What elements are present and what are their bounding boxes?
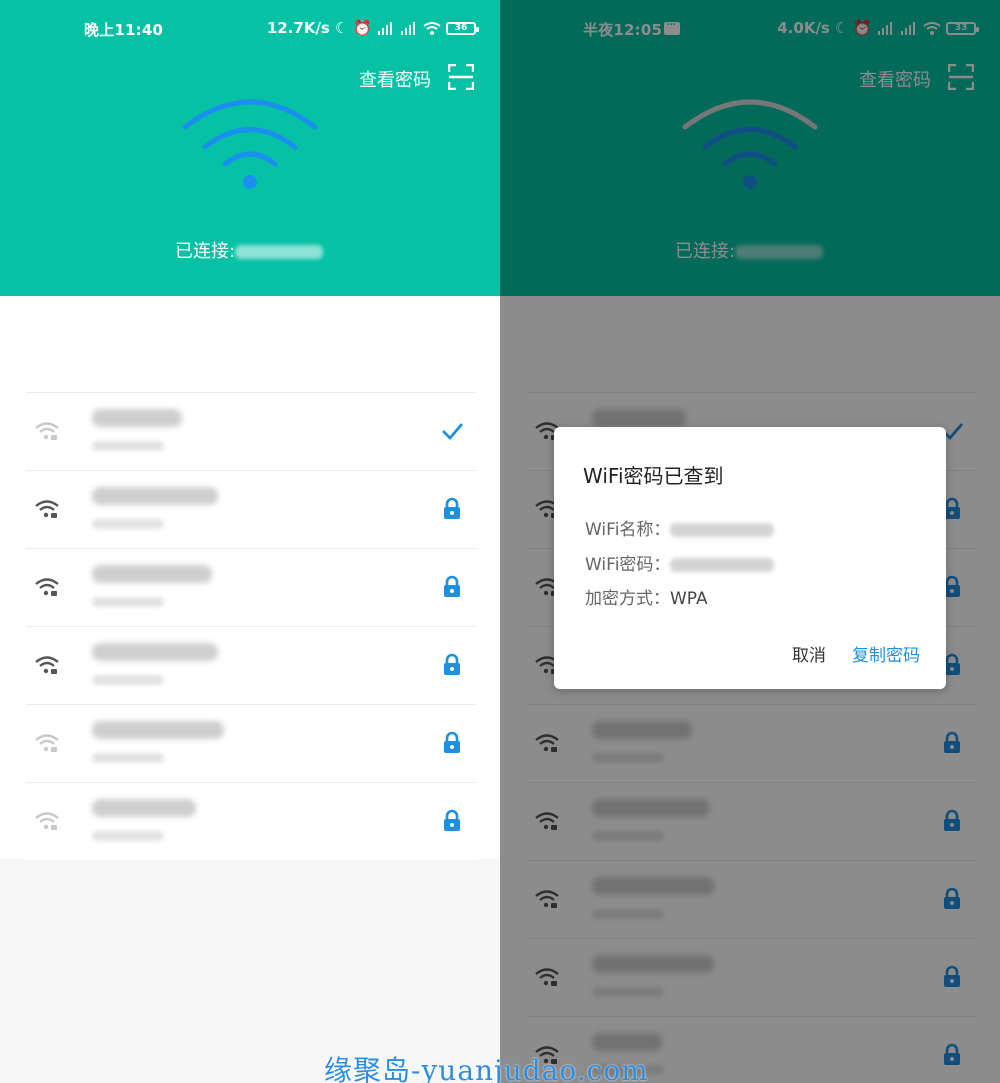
watermark: 缘聚岛-yuanjudao.com [324,1054,649,1083]
lock-icon [444,497,460,519]
check-icon [442,423,464,441]
net-speed: 12.7K/s [266,19,330,37]
wifi-name-label: WiFi名称： [585,520,671,540]
dialog-wifi-password: WiFi密码： [585,550,775,575]
wifi-large-icon [182,99,318,189]
status-right: 12.7K/s ☾ ⏰ 36 [266,19,479,37]
dialog-title: WiFi密码已查到 [583,464,724,488]
wifi-signal-icon [35,422,59,440]
network-name-blurred [92,565,212,583]
wifi-signal-icon [35,500,59,518]
signal-icon [401,21,415,35]
connected-status: 已连接: [175,237,324,263]
wifi-signal-icon [35,578,59,596]
encryption-value: WPA [670,589,708,609]
left-phone-screen: 晚上11:40 12.7K/s ☾ ⏰ 36 查看密码 已连接: [0,0,500,1083]
dialog-encryption: 加密方式：WPA [585,584,708,609]
network-status-blurred [92,519,164,529]
lock-icon [444,731,460,753]
signal-icon [378,21,392,35]
wifi-signal-icon [35,656,59,674]
network-status-blurred [92,753,164,763]
wifi-password-blurred [670,558,775,572]
copy-password-button[interactable]: 复制密码 [852,641,920,666]
network-name-blurred [92,721,224,739]
network-row[interactable] [26,782,476,860]
wifi-signal-icon [35,734,59,752]
network-status-blurred [92,597,164,607]
network-list [26,392,476,860]
network-name-blurred [92,799,196,817]
moon-icon: ☾ [334,19,349,37]
view-password-link[interactable]: 查看密码 [359,66,431,92]
connected-ssid-blurred [235,245,324,259]
network-row[interactable] [26,548,476,626]
network-name-blurred [92,409,182,427]
network-row[interactable] [26,704,476,782]
password-dialog: WiFi密码已查到 WiFi名称： WiFi密码： 加密方式：WPA 取消 复制… [554,427,946,689]
network-row[interactable] [26,626,476,704]
network-status-blurred [92,675,164,685]
lock-icon [444,809,460,831]
cancel-button[interactable]: 取消 [792,641,826,666]
wifi-name-blurred [670,523,775,537]
network-row[interactable] [26,470,476,548]
network-status-blurred [92,441,164,451]
encryption-label: 加密方式： [585,589,670,609]
network-name-blurred [92,643,218,661]
status-time: 晚上11:40 [84,21,164,39]
wifi-status-icon [423,21,441,35]
lock-icon [444,653,460,675]
network-row[interactable] [26,392,476,470]
network-status-blurred [92,831,164,841]
dialog-wifi-name: WiFi名称： [585,515,775,540]
network-name-blurred [92,487,218,505]
scan-icon[interactable] [448,64,474,90]
status-bar: 晚上11:40 12.7K/s ☾ ⏰ 36 [0,0,500,58]
screenshot-stage: 晚上11:40 12.7K/s ☾ ⏰ 36 查看密码 已连接: 半夜12:05… [0,0,1000,1083]
wifi-signal-icon [35,812,59,830]
battery-icon: 36 [446,21,479,35]
lock-icon [444,575,460,597]
connected-label: 已连接: [175,241,236,262]
wifi-password-label: WiFi密码： [585,555,671,575]
alarm-icon: ⏰ [353,19,372,37]
